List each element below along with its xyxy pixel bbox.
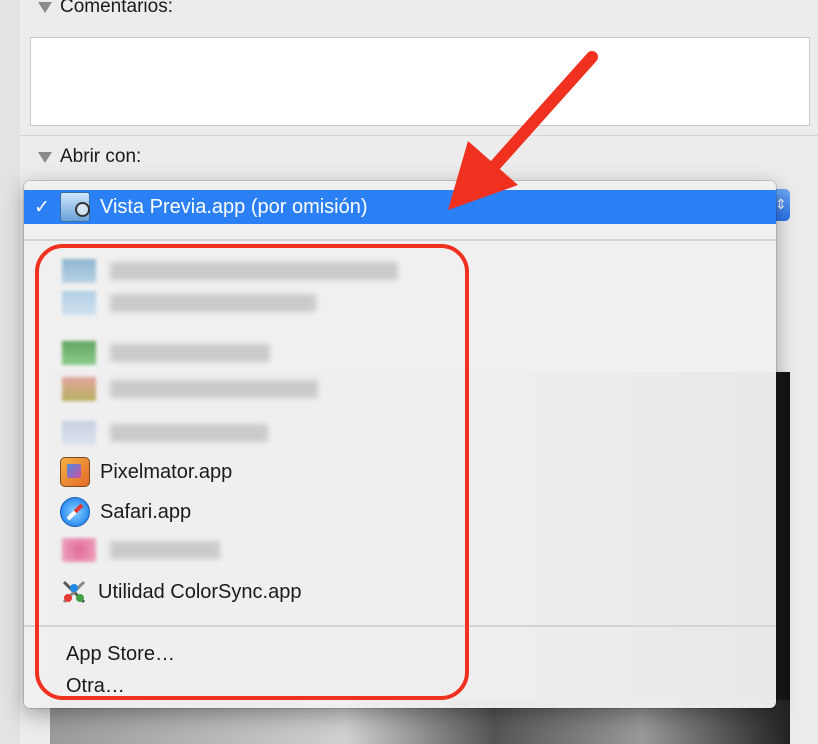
menu-separator — [24, 239, 776, 241]
annotation-highlight-ring — [35, 244, 469, 700]
menu-item-label: Vista Previa.app (por omisión) — [100, 195, 368, 218]
comments-section-header[interactable]: Comentarios: — [38, 0, 173, 18]
section-divider — [20, 135, 818, 136]
preview-icon — [60, 192, 90, 222]
left-sidebar-edge — [0, 0, 21, 744]
open-with-label: Abrir con: — [60, 146, 142, 167]
comments-label: Comentarios: — [60, 0, 173, 17]
annotation-arrow-icon — [448, 51, 598, 210]
checkmark-icon: ✓ — [34, 196, 50, 218]
menu-item-vista-previa[interactable]: ✓ Vista Previa.app (por omisión) — [24, 190, 776, 224]
disclosure-triangle-icon[interactable] — [38, 151, 52, 163]
disclosure-triangle-icon[interactable] — [38, 1, 52, 13]
open-with-section-header[interactable]: Abrir con: — [38, 146, 141, 168]
